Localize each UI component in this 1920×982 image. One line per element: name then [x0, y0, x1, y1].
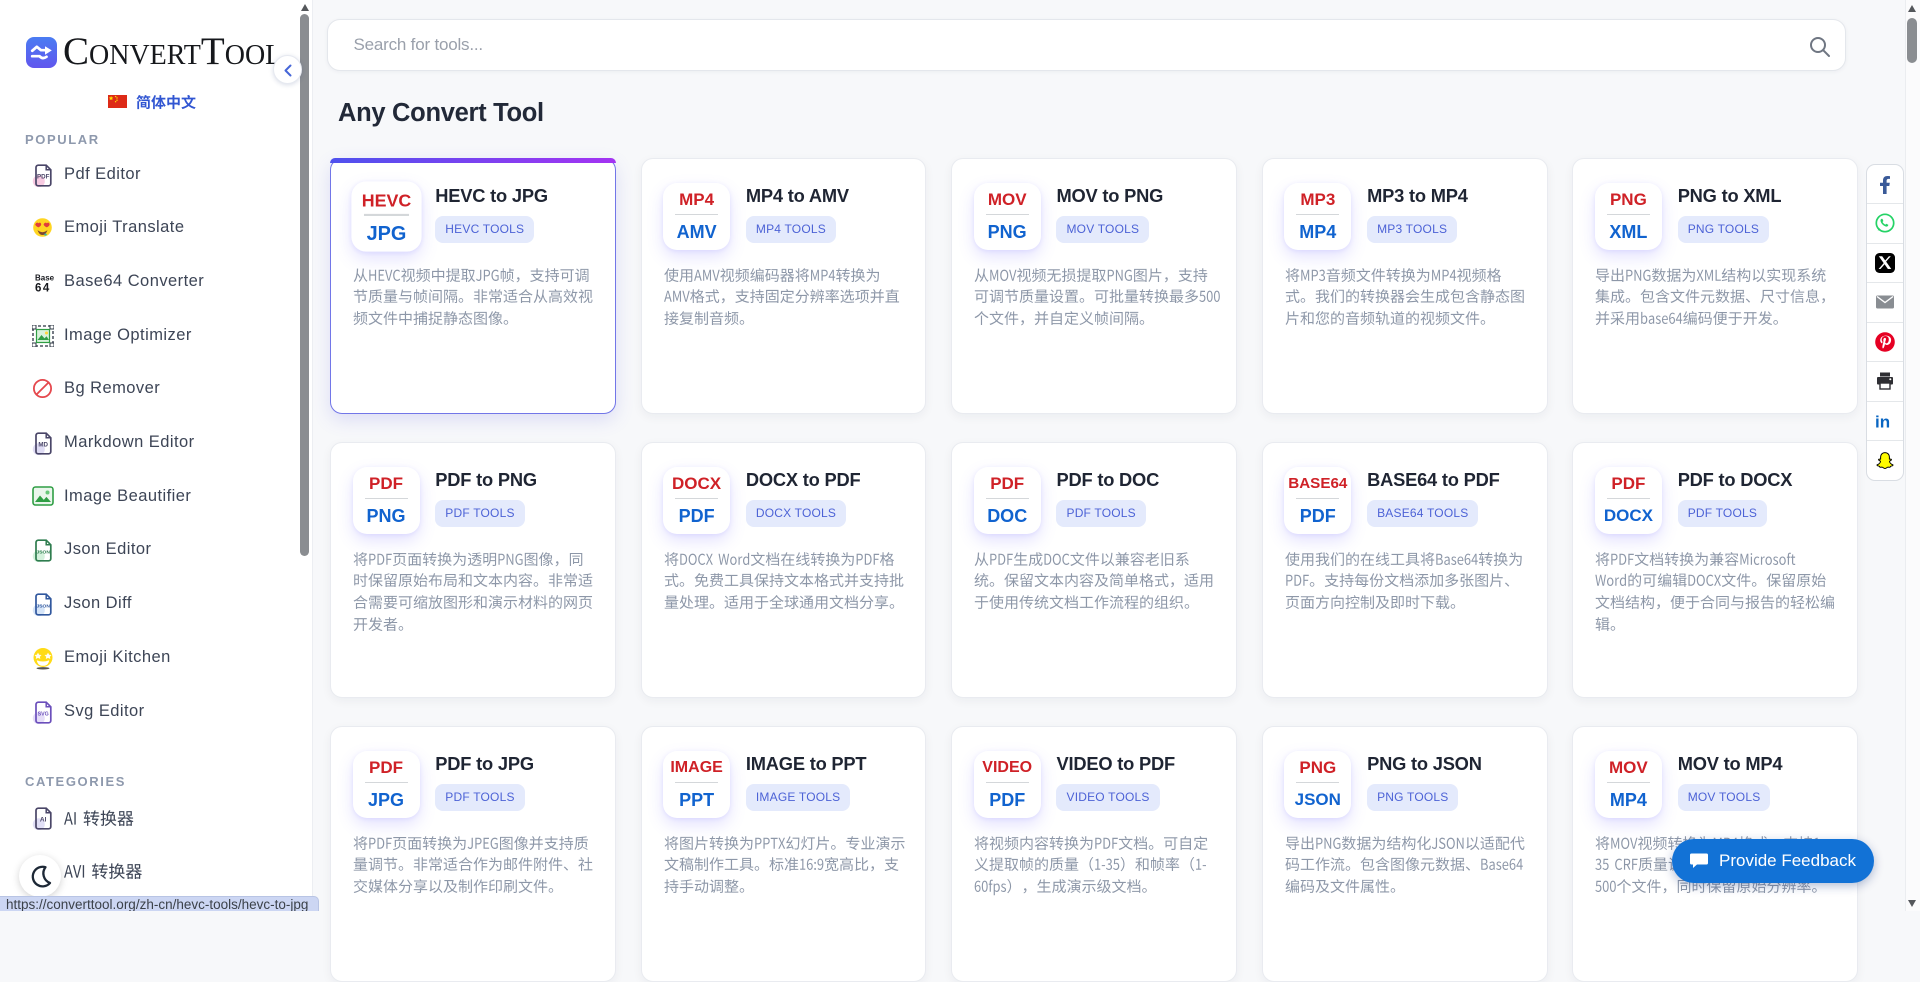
svg-text:JSON: JSON — [37, 550, 51, 556]
svg-text:SVG: SVG — [38, 711, 49, 717]
svg-text:Base: Base — [35, 273, 55, 282]
svg-text:PDF: PDF — [37, 173, 50, 180]
svg-text:MD: MD — [38, 442, 48, 449]
svg-text:JSON: JSON — [37, 604, 51, 610]
svg-text:64: 64 — [35, 282, 51, 294]
svg-text:AI: AI — [40, 816, 47, 823]
svg-text:in: in — [1875, 412, 1890, 431]
